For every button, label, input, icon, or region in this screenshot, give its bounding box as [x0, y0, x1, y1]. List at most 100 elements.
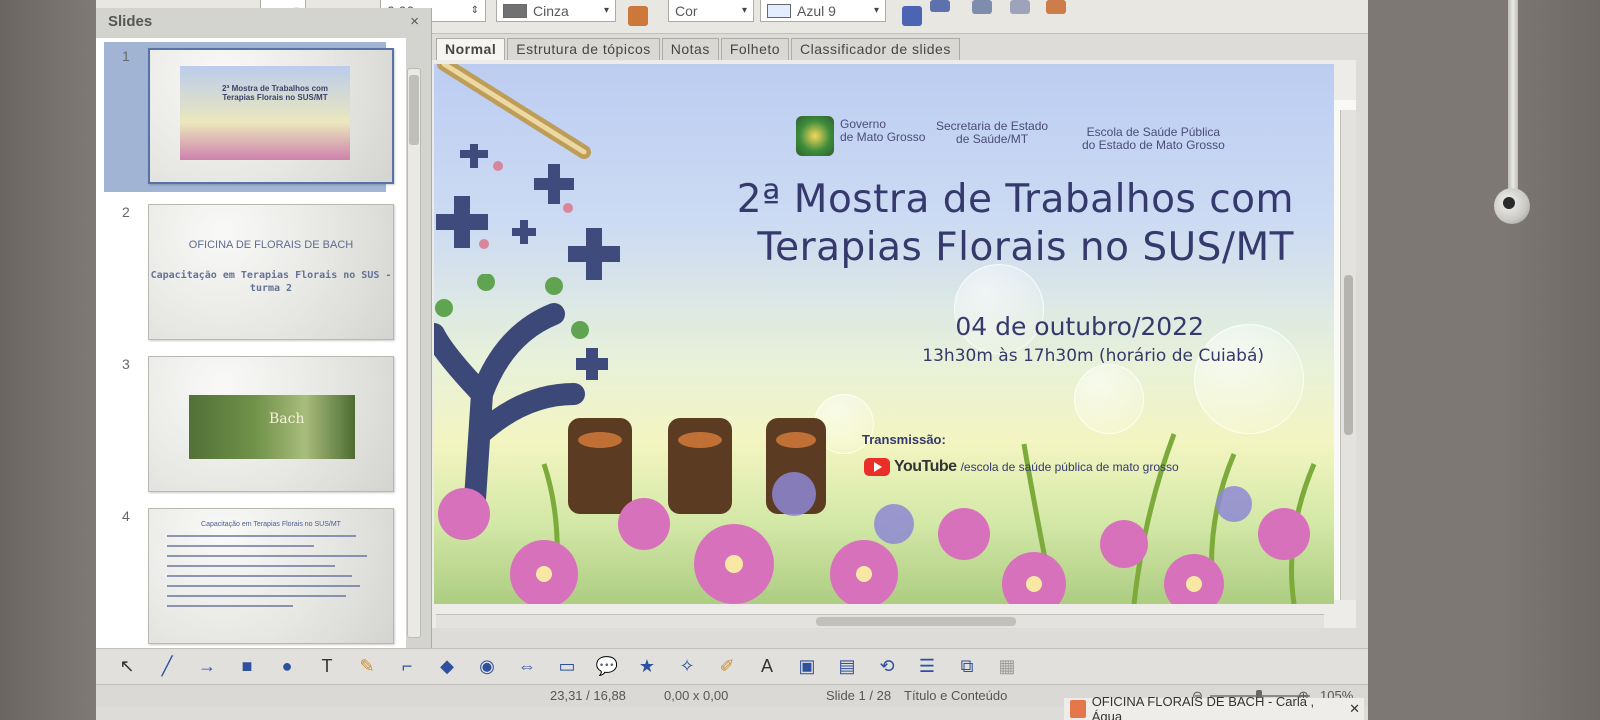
fontwork-icon[interactable]: A	[754, 654, 780, 680]
slide-title-line-1: 2ª Mostra de Trabalhos com	[736, 177, 1294, 222]
slide-number: 2	[122, 204, 130, 220]
slide-number: 4	[122, 508, 130, 524]
gallery-icon[interactable]: ▤	[834, 654, 860, 680]
tab-normal[interactable]: Normal	[436, 38, 506, 60]
slide-thumbnail-4[interactable]: 4 Capacitação em Terapias Florais no SUS…	[104, 502, 394, 648]
color-swatch	[503, 3, 527, 18]
scrollbar-thumb[interactable]	[409, 75, 419, 145]
slide-3-image: Bach	[189, 395, 355, 459]
slides-list: 1 2ª Mostra de Trabalhos com Terapias Fl…	[96, 38, 406, 648]
rectangle-tool-icon[interactable]: ■	[234, 654, 260, 680]
event-date: 04 de outubro/2022	[955, 312, 1204, 341]
slide-1-mini-title: 2ª Mostra de Trabalhos com Terapias Flor…	[221, 84, 329, 102]
alignment-icon[interactable]: ☰	[914, 654, 940, 680]
slide-thumbnail-2[interactable]: 2 OFICINA DE FLORAIS DE BACH Capacitação…	[104, 198, 394, 348]
chevron-down-icon: ▾	[603, 5, 609, 16]
stars-icon[interactable]: ★	[634, 654, 660, 680]
slide-title: 2ª Mostra de Trabalhos com Terapias Flor…	[694, 176, 1294, 272]
slide-indicator: Slide 1 / 28	[826, 688, 892, 703]
youtube-wordmark: YouTube	[894, 458, 957, 475]
tab-notes[interactable]: Notas	[661, 38, 719, 60]
glue-points-icon[interactable]: ✐	[714, 654, 740, 680]
line-tool-icon[interactable]: ╱	[154, 654, 180, 680]
extrusion-icon[interactable]: ▦	[994, 654, 1020, 680]
area-color-label: Azul 9	[797, 2, 836, 19]
chevron-down-icon: ▾	[741, 5, 747, 16]
shadow-icon[interactable]	[902, 6, 922, 26]
slide-number: 1	[122, 48, 130, 64]
symbol-shapes-icon[interactable]: ◉	[474, 654, 500, 680]
spin-icon: ⇕	[470, 5, 479, 16]
drawing-toolbar: ↖ ╱ → ■ ● T ✎ ⌐ ◆ ◉ ⇔ ▭ 💬 ★ ✧ ✐ A ▣ ▤ ⟲ …	[96, 648, 1368, 684]
slide-4-text-lines	[167, 535, 377, 615]
slide-number: 3	[122, 356, 130, 372]
area-style-label: Cor	[675, 2, 698, 19]
slide-preview: Capacitação em Terapias Florais no SUS/M…	[148, 508, 394, 644]
youtube-icon	[864, 458, 890, 476]
taskbar-window-button[interactable]: OFICINA FLORAIS DE BACH - Carla , Água ✕	[1064, 694, 1364, 720]
tab-handout[interactable]: Folheto	[720, 38, 790, 60]
line-color-label: Cinza	[533, 2, 569, 19]
flowchart-icon[interactable]: ▭	[554, 654, 580, 680]
arrange-icon[interactable]: ⧉	[954, 654, 980, 680]
text-tool-icon[interactable]: T	[314, 654, 340, 680]
taskbar-window-title: OFICINA FLORAIS DE BACH - Carla , Água	[1091, 694, 1315, 720]
slide-3-image-text: Bach	[269, 411, 305, 427]
tab-slide-sorter[interactable]: Classificador de slides	[791, 38, 960, 60]
connector-tool-icon[interactable]: ⌐	[394, 654, 420, 680]
slides-pane-header: Slides ×	[96, 8, 431, 34]
area-color-select[interactable]: Azul 9 ▾	[760, 0, 886, 22]
callouts-icon[interactable]: 💬	[594, 654, 620, 680]
slides-pane: Slides × 1 2ª Mostra de Trabalhos com Te…	[96, 8, 432, 648]
basic-shapes-icon[interactable]: ◆	[434, 654, 460, 680]
object-size: 0,00 x 0,00	[664, 688, 729, 703]
points-icon[interactable]: ✧	[674, 654, 700, 680]
block-arrows-icon[interactable]: ⇔	[514, 654, 540, 680]
transmission-label: Transmissão:	[862, 432, 946, 447]
area-fill-icon[interactable]	[628, 6, 648, 26]
slide-title-line-2: Terapias Florais no SUS/MT	[757, 225, 1294, 270]
line-color-select[interactable]: Cinza ▾	[496, 0, 616, 22]
slide-2-title: OFICINA DE FLORAIS DE BACH	[188, 239, 354, 251]
view-tabs: Normal Estrutura de tópicos Notas Folhet…	[436, 38, 962, 60]
select-arrow-icon[interactable]: ↖	[114, 654, 140, 680]
coat-of-arms-icon	[796, 116, 834, 156]
scrollbar-thumb[interactable]	[1344, 275, 1353, 435]
scrollbar-thumb[interactable]	[816, 617, 1016, 626]
format-icon[interactable]	[930, 0, 950, 12]
logo-escola: Escola de Saúde Pública do Estado de Mat…	[1082, 125, 1225, 152]
slide-thumbnail-3[interactable]: 3 Bach	[104, 350, 394, 500]
camera-lens	[1503, 197, 1515, 209]
tab-outline[interactable]: Estrutura de tópicos	[507, 38, 660, 60]
curve-tool-icon[interactable]: ✎	[354, 654, 380, 680]
flowers-illustration	[438, 433, 1317, 604]
close-icon[interactable]: ✕	[1349, 701, 1364, 717]
slides-pane-scrollbar[interactable]	[407, 68, 421, 638]
area-style-select[interactable]: Cor ▾	[668, 0, 754, 22]
institutional-logos: Governo de Mato Grosso Secretaria de Est…	[796, 116, 1276, 162]
logo-secretaria: Secretaria de Estado de Saúde/MT	[936, 119, 1049, 146]
slide-preview: 2ª Mostra de Trabalhos com Terapias Flor…	[148, 48, 394, 184]
slide-2-subtitle: Capacitação em Terapias Florais no SUS -…	[150, 270, 392, 294]
ellipse-tool-icon[interactable]: ●	[274, 654, 300, 680]
slide-preview: OFICINA DE FLORAIS DE BACH Capacitação e…	[148, 204, 394, 340]
current-slide[interactable]: Governo de Mato Grosso Secretaria de Est…	[434, 64, 1334, 604]
crop-icon[interactable]	[1046, 0, 1066, 14]
from-file-icon[interactable]: ▣	[794, 654, 820, 680]
close-icon[interactable]: ×	[410, 13, 419, 30]
editor-vertical-scrollbar[interactable]	[1340, 110, 1356, 600]
slide-1-image: 2ª Mostra de Trabalhos com Terapias Flor…	[180, 66, 350, 160]
slide-thumbnail-1[interactable]: 1 2ª Mostra de Trabalhos com Terapias Fl…	[104, 42, 394, 192]
wall-camera-rail	[1508, 0, 1518, 190]
arrange-icon[interactable]	[1010, 0, 1030, 14]
logo-governo: Governo de Mato Grosso	[840, 117, 926, 144]
cursor-position: 23,31 / 16,88	[550, 688, 626, 703]
arrow-line-tool-icon[interactable]: →	[194, 654, 220, 680]
align-icon[interactable]	[972, 0, 992, 14]
slides-pane-title: Slides	[108, 12, 153, 30]
rotate-icon[interactable]: ⟲	[874, 654, 900, 680]
slide-4-title: Capacitação em Terapias Florais no SUS/M…	[201, 521, 341, 528]
presentation-document-icon	[1070, 700, 1086, 718]
editor-horizontal-scrollbar[interactable]	[436, 614, 1324, 628]
color-swatch	[767, 3, 791, 18]
